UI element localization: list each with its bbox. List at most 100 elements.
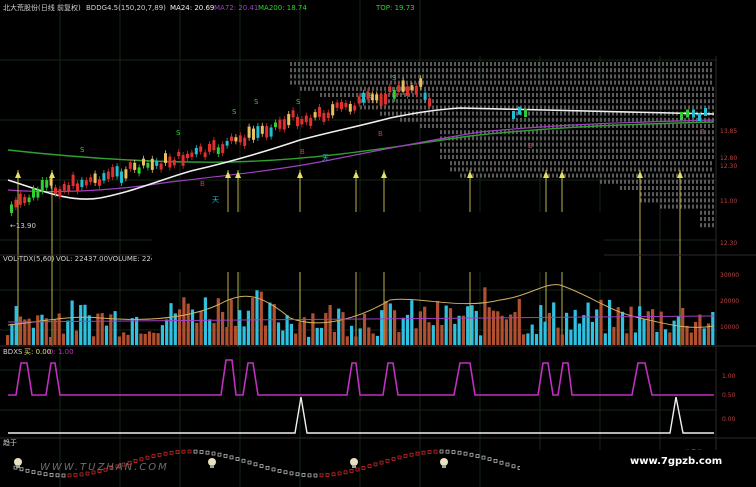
volume-profile-bar <box>552 155 554 159</box>
volume-profile-bar <box>508 142 510 147</box>
candle-body <box>252 128 255 140</box>
volume-profile-bar <box>516 99 518 104</box>
volume-profile-bar <box>302 80 304 85</box>
volume-profile-bar <box>688 86 690 91</box>
volume-profile-bar <box>512 173 514 178</box>
volume-profile-bar <box>430 68 432 73</box>
volume-profile-bar <box>532 155 534 159</box>
volume-profile-bar <box>700 86 702 91</box>
volume-profile-bar <box>536 99 538 104</box>
volume-profile-bar <box>664 105 666 110</box>
volume-indicator-label: VOL-TDX(5,60) <box>3 255 55 263</box>
volume-profile-bar <box>598 68 600 73</box>
volume-profile-bar <box>668 124 670 128</box>
volume-profile-bar <box>666 167 668 172</box>
volume-bar <box>350 325 354 345</box>
volume-profile-bar <box>496 111 498 116</box>
volume-profile-bar <box>670 62 672 66</box>
volume-profile-bar <box>424 124 426 128</box>
volume-profile-bar <box>640 155 642 159</box>
volume-profile-bar <box>628 173 630 178</box>
oscillator-dot <box>205 450 210 455</box>
tian-mark: 天 <box>212 196 219 204</box>
volume-profile-bar <box>462 62 464 66</box>
volume-profile-bar <box>322 62 324 66</box>
volume-profile-bar <box>676 142 678 147</box>
volume-profile-bar <box>298 62 300 66</box>
volume-profile-bar <box>544 93 546 97</box>
volume-profile-bar <box>590 161 592 166</box>
volume-profile-bar <box>416 105 418 110</box>
volume-profile-bar <box>690 161 692 166</box>
volume-profile-bar <box>676 155 678 159</box>
volume-profile-bar <box>592 173 594 178</box>
volume-profile-bar <box>702 80 704 85</box>
volume-profile-bar <box>594 62 596 66</box>
volume-profile-bar <box>554 74 556 79</box>
volume-profile-bar <box>588 117 590 122</box>
volume-bar <box>371 333 375 345</box>
volume-profile-bar <box>476 136 478 141</box>
volume-profile-bar <box>612 155 614 159</box>
volume-bar <box>92 336 96 345</box>
volume-profile-bar <box>632 173 634 178</box>
volume-profile-bar <box>440 155 442 159</box>
volume-profile-bar <box>684 124 686 128</box>
volume-profile-bar <box>664 173 666 178</box>
volume-profile-bar <box>606 161 608 166</box>
volume-profile-bar <box>552 86 554 91</box>
volume-profile-bar <box>508 111 510 116</box>
volume-profile-bar <box>420 99 422 104</box>
volume-profile-bar <box>658 68 660 73</box>
volume-profile-bar <box>674 74 676 79</box>
volume-profile-bar <box>448 130 450 135</box>
volume-profile-bar <box>498 167 500 172</box>
volume-profile-bar <box>368 105 370 110</box>
volume-profile-bar <box>536 155 538 159</box>
volume-profile-bar <box>572 148 574 153</box>
volume-profile-bar <box>576 155 578 159</box>
volume-profile-bar <box>636 86 638 91</box>
volume-profile-bar <box>658 62 660 66</box>
volume-profile-bar <box>548 130 550 135</box>
volume-profile-bar <box>644 99 646 104</box>
volume-profile-bar <box>524 155 526 159</box>
volume-bar <box>427 322 431 345</box>
volume-profile-bar <box>624 142 626 147</box>
volume-profile-bar <box>546 62 548 66</box>
volume-bar <box>384 300 388 345</box>
volume-profile-bar <box>692 204 694 209</box>
volume-profile-bar <box>456 142 458 147</box>
oscillator-dot <box>385 458 390 463</box>
volume-profile-bar <box>610 74 612 79</box>
volume-profile-bar <box>532 117 534 122</box>
volume-profile-bar <box>646 167 648 172</box>
volume-profile-bar <box>476 142 478 147</box>
volume-bar <box>556 327 560 345</box>
volume-profile-bar <box>350 74 352 79</box>
volume-profile-bar <box>454 80 456 85</box>
volume-profile-bar <box>630 161 632 166</box>
volume-bar <box>603 333 607 345</box>
volume-profile-bar <box>572 86 574 91</box>
volume-profile-bar <box>502 62 504 66</box>
volume-profile-bar <box>390 62 392 66</box>
volume-profile-bar <box>488 93 490 97</box>
volume-profile-bar <box>614 161 616 166</box>
volume-profile-bar <box>678 62 680 66</box>
volume-profile-bar <box>600 142 602 147</box>
volume-profile-bar <box>598 80 600 85</box>
volume-profile-bar <box>578 68 580 73</box>
volume-profile-bar <box>532 111 534 116</box>
candle-body <box>142 158 145 166</box>
candle-body <box>115 166 119 177</box>
volume-profile-bar <box>548 117 550 122</box>
candle-body <box>155 160 159 166</box>
volume-profile-bar <box>684 136 686 141</box>
volume-profile-bar <box>480 142 482 147</box>
volume-profile-bar <box>712 192 714 197</box>
volume-profile-bar <box>560 148 562 153</box>
volume-profile-bar <box>586 167 588 172</box>
volume-profile-bar <box>488 117 490 122</box>
volume-profile-bar <box>498 62 500 66</box>
